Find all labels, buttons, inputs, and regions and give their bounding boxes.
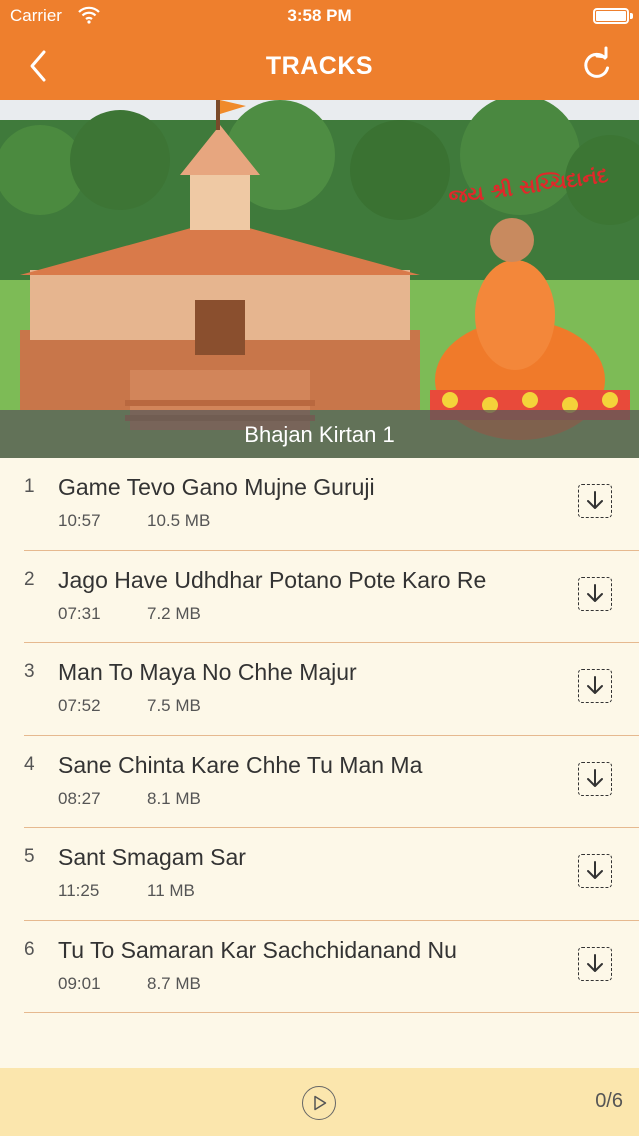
track-size: 8.1 MB xyxy=(147,788,201,808)
track-title: Man To Maya No Chhe Majur xyxy=(58,659,357,685)
refresh-icon[interactable] xyxy=(579,46,613,84)
play-icon[interactable] xyxy=(302,1086,336,1120)
track-duration: 08:27 xyxy=(58,788,101,808)
navigation-bar: TRACKS xyxy=(0,34,639,100)
track-size: 11 MB xyxy=(147,881,195,900)
track-number: 5 xyxy=(24,846,35,867)
download-icon[interactable] xyxy=(578,484,612,518)
player-bar: 0/6 xyxy=(0,1068,639,1136)
track-size: 7.2 MB xyxy=(147,603,201,623)
track-title: Game Tevo Gano Mujne Guruji xyxy=(58,474,375,500)
track-number: 2 xyxy=(24,568,35,590)
album-banner: જય શ્રી સચ્ચિદાનંદ Bhajan Kirtan 1 xyxy=(0,100,639,458)
track-row[interactable]: 6 Tu To Samaran Kar Sachchidanand Nu 09:… xyxy=(0,921,639,1013)
album-title: Bhajan Kirtan 1 xyxy=(244,422,395,447)
track-size: 7.5 MB xyxy=(147,696,201,715)
download-icon[interactable] xyxy=(578,761,612,796)
track-number: 1 xyxy=(24,476,35,497)
track-duration: 11:25 xyxy=(58,881,100,900)
track-size: 8.7 MB xyxy=(147,973,201,993)
track-size: 10.5 MB xyxy=(147,511,211,530)
track-duration: 10:57 xyxy=(58,511,101,530)
track-row[interactable]: 3 Man To Maya No Chhe Majur 07:52 7.5 MB xyxy=(0,643,639,736)
download-icon[interactable] xyxy=(578,669,612,703)
track-list: 1 Game Tevo Gano Mujne Guruji 10:57 10.5… xyxy=(0,458,639,1013)
track-row[interactable]: 5 Sant Smagam Sar 11:25 11 MB xyxy=(0,828,639,921)
status-time: 3:58 PM xyxy=(287,6,352,25)
battery-icon xyxy=(593,8,633,24)
track-title: Jago Have Udhdhar Potano Pote Karo Re xyxy=(58,566,487,593)
track-duration: 07:31 xyxy=(58,603,101,623)
track-row[interactable]: 2 Jago Have Udhdhar Potano Pote Karo Re … xyxy=(0,551,639,643)
track-number: 3 xyxy=(24,661,35,682)
download-icon[interactable] xyxy=(578,854,612,888)
track-row[interactable]: 4 Sane Chinta Kare Chhe Tu Man Ma 08:27 … xyxy=(0,736,639,828)
row-divider xyxy=(24,1012,639,1013)
track-number: 4 xyxy=(24,753,35,775)
download-icon[interactable] xyxy=(578,946,612,981)
track-title: Sane Chinta Kare Chhe Tu Man Ma xyxy=(58,751,423,778)
status-bar: Carrier 3:58 PM xyxy=(0,0,639,34)
banner-image xyxy=(0,100,639,458)
track-number: 6 xyxy=(24,938,35,960)
track-title: Tu To Samaran Kar Sachchidanand Nu xyxy=(58,936,457,963)
download-icon[interactable] xyxy=(578,576,612,611)
page-title: TRACKS xyxy=(265,52,374,80)
track-duration: 07:52 xyxy=(58,696,101,715)
track-counter: 0/6 xyxy=(595,1090,623,1112)
track-duration: 09:01 xyxy=(58,973,101,993)
track-title: Sant Smagam Sar xyxy=(58,844,246,870)
track-row[interactable]: 1 Game Tevo Gano Mujne Guruji 10:57 10.5… xyxy=(0,458,639,551)
